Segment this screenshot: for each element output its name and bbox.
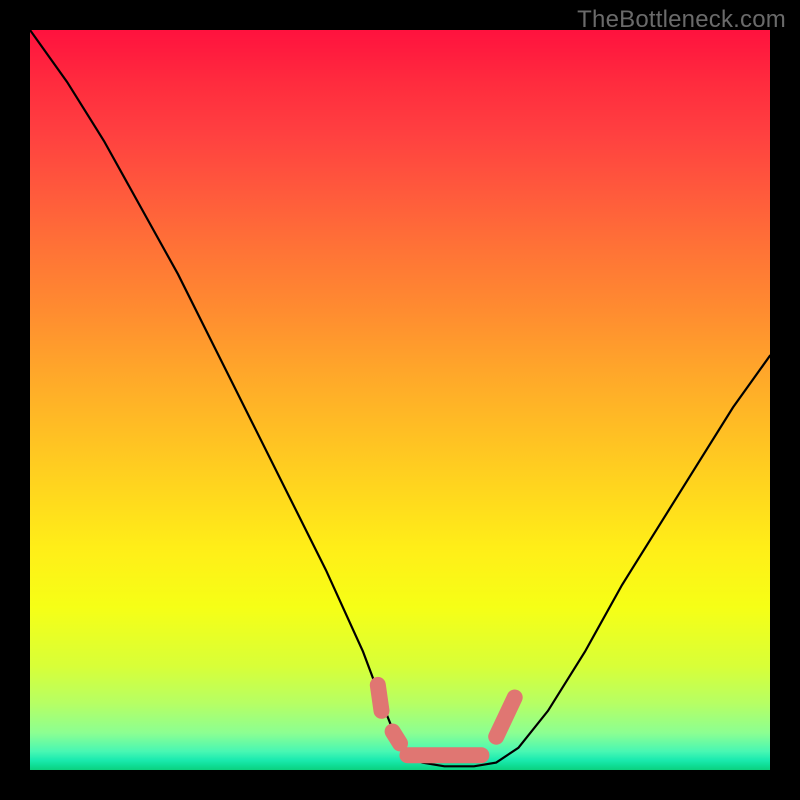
bottleneck-curve [30, 30, 770, 766]
chart-overlay [30, 30, 770, 770]
bottleneck-marker [378, 685, 515, 755]
marker-segment [496, 698, 515, 737]
marker-segment [393, 732, 400, 744]
marker-segment [378, 685, 382, 711]
